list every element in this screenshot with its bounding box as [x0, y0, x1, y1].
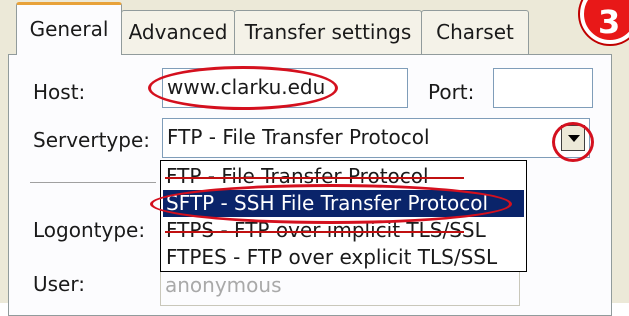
- option-ftpes[interactable]: FTPES - FTP over explicit TLS/SSL: [163, 244, 524, 271]
- step-number-badge: 3: [580, 0, 629, 44]
- user-input[interactable]: anonymous: [160, 266, 520, 306]
- servertype-label: Servertype:: [33, 128, 151, 152]
- tab-charset[interactable]: Charset: [421, 10, 529, 54]
- tab-transfer-settings[interactable]: Transfer settings: [234, 10, 422, 54]
- port-input[interactable]: [493, 68, 593, 108]
- tab-general[interactable]: General: [16, 2, 122, 55]
- group-separator: [30, 182, 156, 183]
- port-label: Port:: [428, 80, 475, 104]
- dropdown-button-highlight-ellipse: [552, 122, 594, 162]
- logontype-label: Logontype:: [33, 218, 146, 242]
- host-label: Host:: [33, 80, 86, 104]
- site-manager-dialog: General Advanced Transfer settings Chars…: [0, 0, 629, 316]
- servertype-select[interactable]: FTP - File Transfer Protocol: [162, 118, 590, 158]
- host-highlight-ellipse: [148, 66, 338, 110]
- servertype-value: FTP - File Transfer Protocol: [167, 125, 430, 149]
- sftp-option-highlight-ellipse: [150, 184, 512, 224]
- user-label: User:: [33, 272, 85, 296]
- tab-advanced[interactable]: Advanced: [121, 10, 235, 54]
